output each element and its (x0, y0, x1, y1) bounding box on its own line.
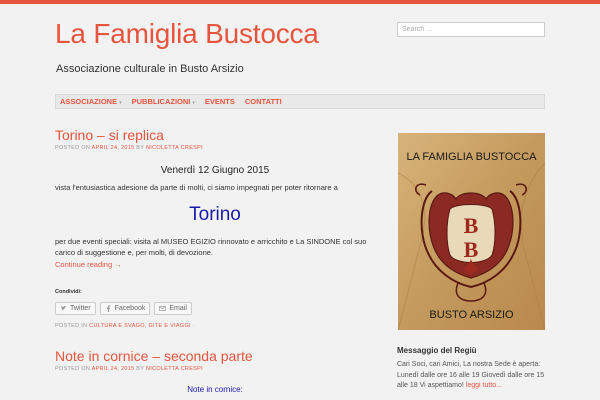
post-intro-text: vista l'entusiastica adesione da parte d… (55, 183, 338, 192)
nav-item-events[interactable]: EVENTS (205, 97, 235, 106)
share-button-label: Facebook (114, 305, 146, 312)
nav-item-label: ASSOCIAZIONE (60, 97, 118, 106)
nav-item-associazione[interactable]: ASSOCIAZIONE ▾ (60, 97, 122, 106)
share-button-label: Twitter (70, 305, 91, 312)
post-title-torino[interactable]: Torino – si replica (55, 127, 164, 143)
meta-label: BY (136, 366, 145, 372)
share-buttons: Twitter Facebook Email (55, 302, 192, 315)
meta-separator: · (192, 323, 195, 329)
share-email-button[interactable]: Email (154, 302, 192, 315)
post-categories: POSTED IN CULTURA E SVAGO, GITE E VIAGGI… (55, 323, 195, 329)
nav-item-pubblicazioni[interactable]: PUBBLICAZIONI ▾ (132, 97, 195, 106)
chevron-down-icon: ▾ (192, 100, 195, 106)
nav-item-label: EVENTS (204, 97, 235, 106)
share-facebook-button[interactable]: Facebook (99, 302, 151, 315)
post-author-link[interactable]: NICOLETTA CRESPI (146, 366, 203, 372)
meta-label: POSTED ON (55, 145, 91, 151)
banner-top-text: LA FAMIGLIA BUSTOCCA (406, 151, 537, 163)
post-body-text: per due eventi speciali: visita al MUSEO… (55, 237, 367, 257)
meta-label: POSTED IN (55, 323, 88, 329)
widget-title: Messaggio del Regiù (397, 346, 477, 355)
banner-bottom-text: BUSTO ARSIZIO (429, 309, 514, 321)
banner-monogram-top: B (464, 213, 479, 238)
post2-first-line: Note in cornice: (187, 385, 243, 394)
post-date-link[interactable]: APRIL 24, 2015 (92, 145, 135, 151)
category-link[interactable]: CULTURA E SVAGO, GITE E VIAGGI (89, 323, 191, 329)
chevron-down-icon: ▾ (119, 100, 122, 106)
nav-item-label: PUBBLICAZIONI (131, 97, 191, 106)
post-author-link[interactable]: NICOLETTA CRESPI (146, 145, 203, 151)
main-navigation: ASSOCIAZIONE ▾ PUBBLICAZIONI ▾ EVENTS CONT… (55, 94, 545, 109)
twitter-icon (60, 305, 67, 311)
nav-item-label: CONTATTI (244, 97, 282, 106)
share-label: Condividi: (55, 289, 82, 295)
banner-monogram-bottom: B (464, 237, 479, 262)
post-date-link[interactable]: APRIL 24, 2015 (92, 366, 135, 372)
widget-text: Cari Soci, cari Amici, La nostra Sede è … (397, 360, 547, 392)
post-meta: POSTED ON APRIL 24, 2015 BY NICOLETTA CR… (55, 366, 203, 372)
share-twitter-button[interactable]: Twitter (55, 302, 96, 315)
city-heading: Torino (189, 204, 241, 225)
share-button-label: Email (169, 305, 187, 312)
facebook-icon (106, 305, 110, 312)
post-title-note-in-cornice[interactable]: Note in cornice – seconda parte (55, 348, 253, 364)
event-date-line: Venerdì 12 Giugno 2015 (160, 165, 270, 176)
site-tagline: Associazione culturale in Busto Arsizio (56, 63, 244, 75)
meta-label: POSTED ON (55, 366, 91, 372)
search-input[interactable] (397, 22, 545, 37)
read-more-link[interactable]: leggi tutto... (466, 382, 502, 389)
famiglia-bustocca-banner: LA FAMIGLIA BUSTOCCA B B BUSTO ARSIZIO (398, 133, 545, 330)
sidebar-banner-image[interactable]: LA FAMIGLIA BUSTOCCA B B BUSTO ARSIZIO (398, 133, 545, 330)
email-icon (159, 306, 167, 311)
top-accent-bar (0, 0, 600, 4)
continue-reading-link[interactable]: Continue reading → (55, 260, 122, 269)
meta-label: BY (136, 145, 145, 151)
nav-item-contatti[interactable]: CONTATTI (245, 97, 282, 106)
post-meta: POSTED ON APRIL 24, 2015 BY NICOLETTA CR… (55, 145, 203, 151)
site-title[interactable]: La Famiglia Bustocca (55, 18, 319, 50)
